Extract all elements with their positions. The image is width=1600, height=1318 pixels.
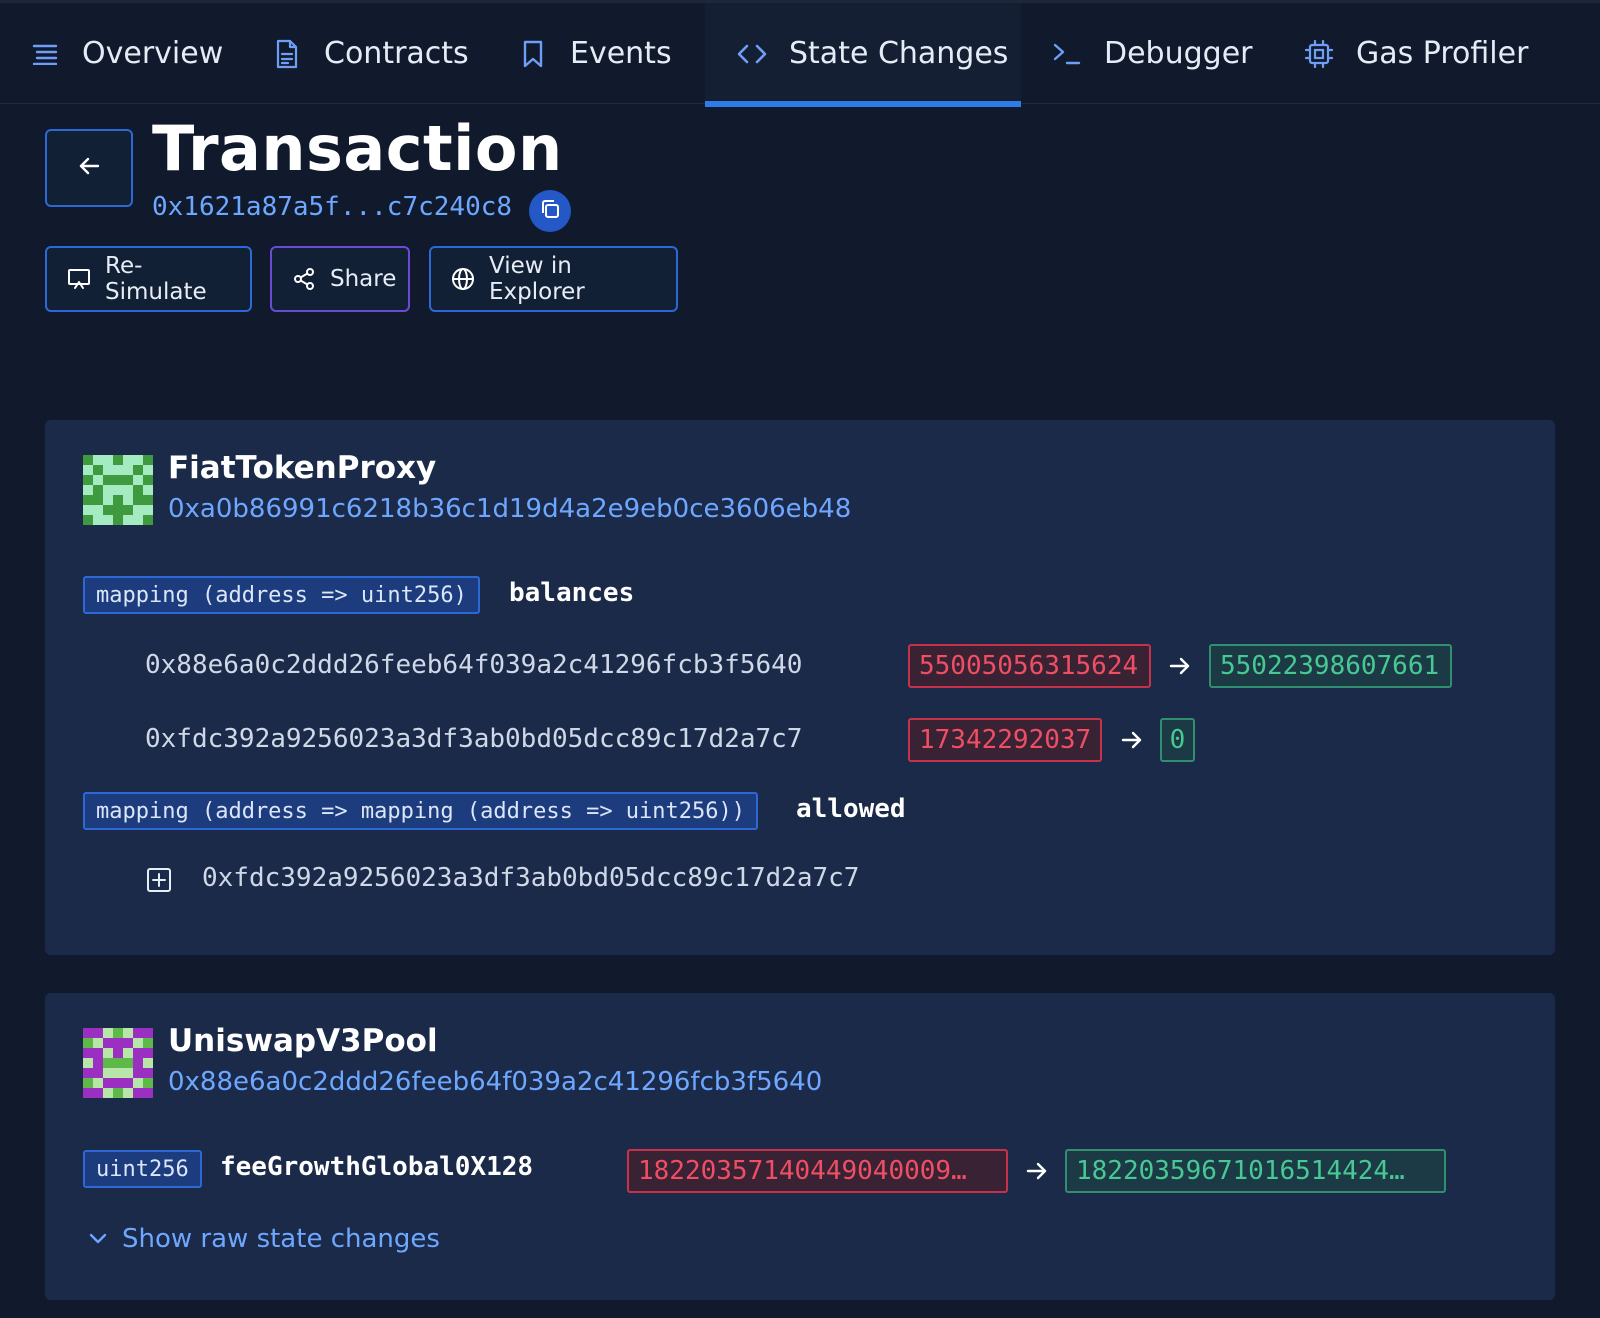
bookmark-icon xyxy=(518,39,548,69)
monitor-icon xyxy=(67,267,91,291)
list-icon xyxy=(30,39,60,69)
tab-contracts[interactable]: Contracts xyxy=(272,3,469,104)
tab-events[interactable]: Events xyxy=(518,3,672,104)
tab-label: Debugger xyxy=(1104,36,1253,71)
new-value: 55022398607661 xyxy=(1209,644,1452,688)
resimulate-button[interactable]: Re-Simulate xyxy=(45,246,252,312)
arrow-right-icon xyxy=(1119,727,1145,753)
type-badge: mapping (address => mapping (address => … xyxy=(83,792,759,830)
tab-label: Gas Profiler xyxy=(1356,36,1529,71)
explorer-label: View in Explorer xyxy=(489,253,585,305)
show-raw-state-changes-toggle[interactable]: Show raw state changes xyxy=(86,1224,440,1254)
raw-toggle-label: Show raw state changes xyxy=(122,1224,440,1254)
contract-address-link[interactable]: 0xa0b86991c6218b36c1d19d4a2e9eb0ce3606eb… xyxy=(168,494,851,524)
contract-name: FiatTokenProxy xyxy=(168,450,437,486)
copy-button[interactable] xyxy=(529,190,571,232)
mapping-key: 0xfdc392a9256023a3df3ab0bd05dcc89c17d2a7… xyxy=(202,863,860,893)
type-badge: mapping (address => uint256) xyxy=(83,576,480,614)
globe-icon xyxy=(451,267,475,291)
expand-plus-icon[interactable] xyxy=(146,867,172,893)
old-value: 55005056315624 xyxy=(908,644,1151,688)
tab-label: State Changes xyxy=(789,36,1009,71)
old-value: 17342292037 xyxy=(908,718,1102,762)
new-value: 0 xyxy=(1160,718,1195,762)
tab-overview[interactable]: Overview xyxy=(30,3,223,104)
tab-label: Events xyxy=(570,36,672,71)
share-icon xyxy=(292,267,316,291)
old-value: 18220357140449040009… xyxy=(627,1149,1008,1193)
tab-label: Overview xyxy=(82,36,224,71)
share-button[interactable]: Share xyxy=(270,246,410,312)
tab-debugger[interactable]: Debugger xyxy=(1052,3,1253,104)
code-icon xyxy=(737,39,767,69)
variable-name: balances xyxy=(509,578,635,608)
arrow-right-icon xyxy=(1167,653,1193,679)
type-badge: uint256 xyxy=(83,1150,202,1188)
share-label: Share xyxy=(330,266,397,292)
view-in-explorer-button[interactable]: View in Explorer xyxy=(429,246,678,312)
contract-name: UniswapV3Pool xyxy=(168,1023,438,1059)
tab-bar: Overview Contracts Events State Changes xyxy=(0,0,1600,107)
new-value: 18220359671016514424… xyxy=(1065,1149,1446,1193)
contract-address-link[interactable]: 0x88e6a0c2ddd26feeb64f039a2c41296fcb3f56… xyxy=(168,1067,822,1097)
document-icon xyxy=(272,39,302,69)
tab-gas-profiler[interactable]: Gas Profiler xyxy=(1304,3,1528,104)
resimulate-label: Re-Simulate xyxy=(105,253,207,305)
copy-icon xyxy=(539,198,561,224)
terminal-icon xyxy=(1052,39,1082,69)
chevron-down-icon xyxy=(86,1227,110,1251)
arrow-left-icon xyxy=(78,156,100,180)
chip-icon xyxy=(1304,39,1334,69)
back-button[interactable] xyxy=(45,129,133,207)
tab-state-changes[interactable]: State Changes xyxy=(705,3,1021,107)
variable-name: feeGrowthGlobal0X128 xyxy=(220,1152,534,1182)
variable-name: allowed xyxy=(796,794,906,824)
arrow-right-icon xyxy=(1024,1158,1050,1184)
mapping-key: 0xfdc392a9256023a3df3ab0bd05dcc89c17d2a7… xyxy=(145,724,803,754)
page-title: Transaction xyxy=(152,112,563,185)
transaction-hash: 0x1621a87a5f...c7c240c8 xyxy=(152,192,513,222)
mapping-key: 0x88e6a0c2ddd26feeb64f039a2c41296fcb3f56… xyxy=(145,650,803,680)
contract-identicon xyxy=(83,455,153,525)
contract-identicon xyxy=(83,1028,153,1098)
tab-label: Contracts xyxy=(324,36,469,71)
